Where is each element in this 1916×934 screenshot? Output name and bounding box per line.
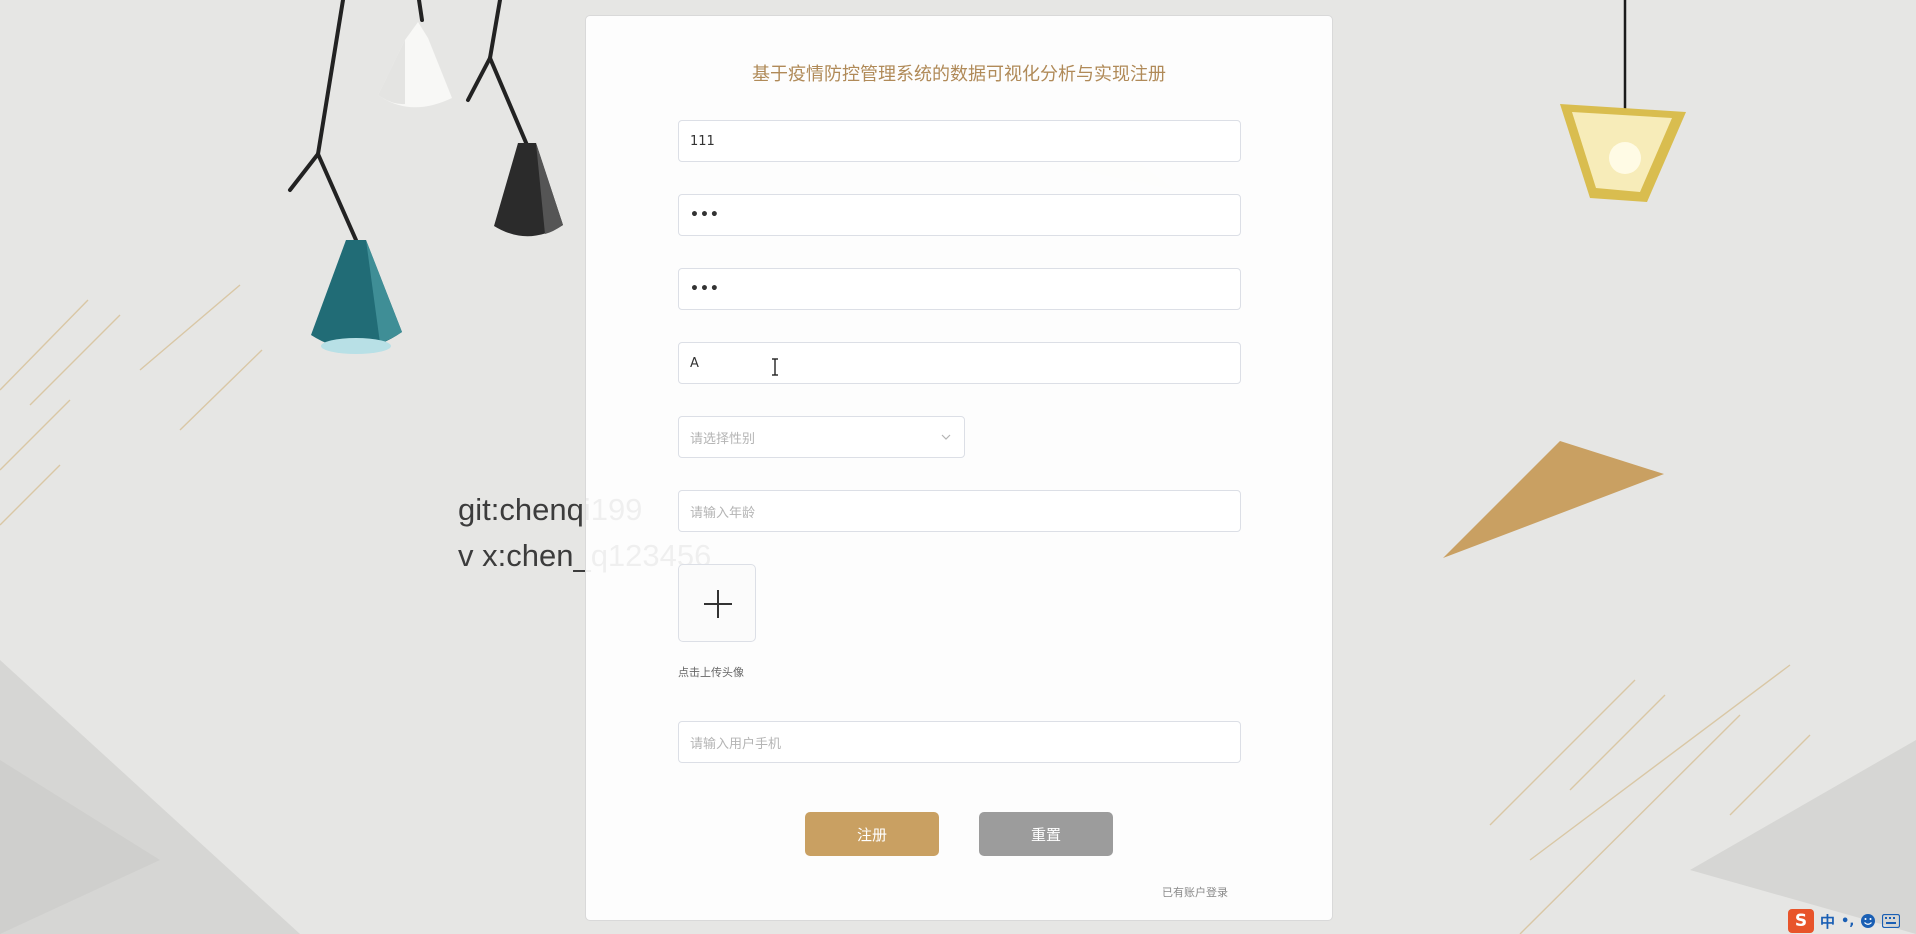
gold-lines-right — [1489, 664, 1811, 934]
gold-triangle — [1443, 441, 1664, 558]
name-input[interactable]: A — [678, 342, 1241, 384]
ime-mode[interactable]: 中 — [1820, 911, 1835, 932]
ime-logo[interactable]: S — [1788, 909, 1814, 933]
confirm-password-value: ••• — [690, 281, 720, 297]
page-title: 基于疫情防控管理系统的数据可视化分析与实现注册 — [752, 64, 1166, 85]
avatar-upload-hint: 点击上传头像 — [678, 666, 744, 679]
ime-toolbar[interactable]: S 中 •, — [1788, 908, 1916, 934]
password-value: ••• — [690, 207, 720, 223]
gender-placeholder: 请选择性别 — [690, 431, 756, 447]
login-link[interactable]: 已有账户登录 — [1162, 884, 1228, 900]
teal-lamp — [311, 240, 402, 354]
age-input[interactable]: 请输入年龄 — [678, 490, 1241, 532]
avatar-upload[interactable] — [678, 564, 756, 642]
confirm-password-input[interactable]: ••• — [678, 268, 1241, 310]
reset-button[interactable]: 重置 — [979, 812, 1113, 856]
chevron-down-icon — [941, 434, 951, 440]
register-button[interactable]: 注册 — [805, 812, 939, 856]
white-lamp — [378, 22, 452, 108]
name-value: A — [690, 355, 699, 371]
keyboard-icon[interactable] — [1882, 914, 1901, 928]
yellow-lamp — [1560, 0, 1686, 202]
username-value: 111 — [690, 133, 715, 149]
phone-input[interactable]: 请输入用户手机 — [678, 721, 1241, 763]
gender-select[interactable]: 请选择性别 — [678, 416, 965, 458]
text-cursor-icon — [772, 358, 778, 376]
plus-icon — [704, 590, 732, 618]
ime-punctuation[interactable]: •, — [1841, 914, 1854, 929]
black-lamp — [494, 143, 563, 237]
username-input[interactable]: 111 — [678, 120, 1241, 162]
smile-icon[interactable] — [1860, 913, 1876, 929]
age-placeholder: 请输入年龄 — [690, 505, 756, 521]
gold-lines-left — [0, 284, 263, 526]
register-card: 基于疫情防控管理系统的数据可视化分析与实现注册 111 ••• ••• A 请选… — [585, 15, 1333, 921]
grey-triangle-bottom-right — [1690, 740, 1916, 934]
password-input[interactable]: ••• — [678, 194, 1241, 236]
phone-placeholder: 请输入用户手机 — [690, 736, 782, 752]
